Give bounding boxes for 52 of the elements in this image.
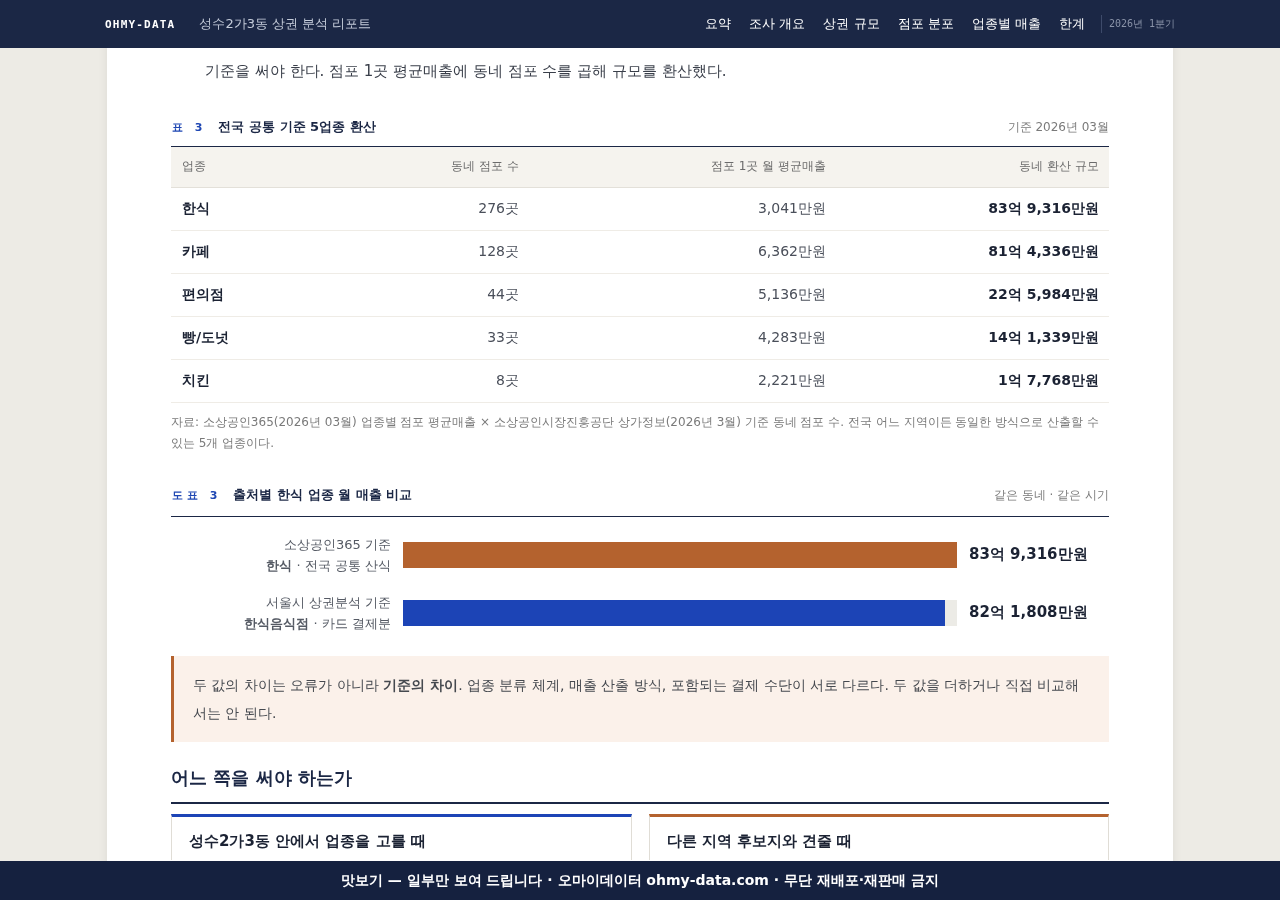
intro-paragraph: 기준을 써야 한다. 점포 1곳 평균매출에 동네 점포 수를 곱해 규모를 환산했다. <box>204 61 728 82</box>
banner-text: 맛보기 — 일부만 보여 드립니다 · 오마이데이터 ohmy-data.com · 무단 재배포·재판매 금지 <box>340 871 940 890</box>
callout-text: 두 값의 차이는 오류가 아니라 기준의 차이. 업종 분류 체계, 매출 산출 방식, 포함되는 결제 수단이 서로 다르다. 두 값을 더하거나 직접 비교해서는 안 된다. <box>193 675 1081 723</box>
table-cell: 22억 5,984만원 <box>836 273 1109 316</box>
table-cell: 1억 7,768만원 <box>836 359 1109 402</box>
card-title: 성수2가3동 안에서 업종을 고를 때 <box>189 830 427 852</box>
table-cell: 치킨 <box>171 359 350 402</box>
bar-value: 82억 1,808만원 <box>969 603 1088 622</box>
table-date: 기준 2026년 03월 <box>1007 119 1109 136</box>
bar-value: 83억 9,316만원 <box>969 545 1088 564</box>
column-header: 업종 <box>171 147 350 187</box>
table-cell: 6,362만원 <box>529 230 836 273</box>
table-cell: 편의점 <box>171 273 350 316</box>
section-heading: 어느 쪽을 써야 하는가 <box>171 763 1109 804</box>
table-cell: 한식 <box>171 187 350 230</box>
figure-title: 출처별 한식 업종 월 매출 비교 <box>233 485 413 504</box>
table-cell: 8곳 <box>350 359 529 402</box>
figure-number: 도표 3 <box>171 487 222 503</box>
table-cell: 83억 9,316만원 <box>836 187 1109 230</box>
source-note: 자료: 소상공인365(2026년 03월) 업종별 점포 평균매출 × 소상공인시장진흥공단 상가정보(2026년 3월) 기준 동네 점포 수. 전국 어느 지역이든 동일한 방식으로 산출할 수 있는 5개 업종이다. <box>171 413 1100 452</box>
card-title: 다른 지역 후보지와 견줄 때 <box>666 830 854 852</box>
table-cell: 3,041만원 <box>529 187 836 230</box>
nav-link[interactable]: 조사 개요 <box>749 15 806 33</box>
table-cell: 빵/도넛 <box>171 316 350 359</box>
table-cell: 128곳 <box>350 230 529 273</box>
report-title: 성수2가3동 상권 분석 리포트 <box>199 15 372 33</box>
logo[interactable]: OHMY-DATA <box>105 17 176 31</box>
nav-link[interactable]: 점포 분포 <box>897 15 954 33</box>
figure-context: 같은 동네 · 같은 시기 <box>993 486 1109 504</box>
nav-link[interactable]: 한계 <box>1058 15 1085 33</box>
bar-label: 소상공인365 기준 <box>284 535 391 554</box>
table-number: 표 3 <box>171 120 207 135</box>
table-cell: 5,136만원 <box>529 273 836 316</box>
table-cell: 14억 1,339만원 <box>836 316 1109 359</box>
period-label: 2026년 1분기 <box>1108 17 1175 31</box>
bar-note: 한식음식점 · 카드 결제분 <box>244 614 391 633</box>
table-cell: 276곳 <box>350 187 529 230</box>
bar-label: 서울시 상권분석 기준 <box>265 593 391 612</box>
column-header: 동네 점포 수 <box>350 147 529 187</box>
table-cell: 카페 <box>171 230 350 273</box>
table-cell: 33곳 <box>350 316 529 359</box>
nav-link[interactable]: 요약 <box>705 15 732 33</box>
column-header: 동네 환산 규모 <box>836 147 1109 187</box>
table-title: 전국 공통 기준 5업종 환산 <box>218 118 376 136</box>
table-cell: 44곳 <box>350 273 529 316</box>
table-cell: 2,221만원 <box>529 359 836 402</box>
nav-link[interactable]: 업종별 매출 <box>971 15 1041 33</box>
table-cell: 81억 4,336만원 <box>836 230 1109 273</box>
table-cell: 4,283만원 <box>529 316 836 359</box>
bar-note: 한식 · 전국 공통 산식 <box>266 556 391 575</box>
nav-link[interactable]: 상권 규모 <box>823 15 880 33</box>
column-header: 점포 1곳 월 평균매출 <box>529 147 836 187</box>
